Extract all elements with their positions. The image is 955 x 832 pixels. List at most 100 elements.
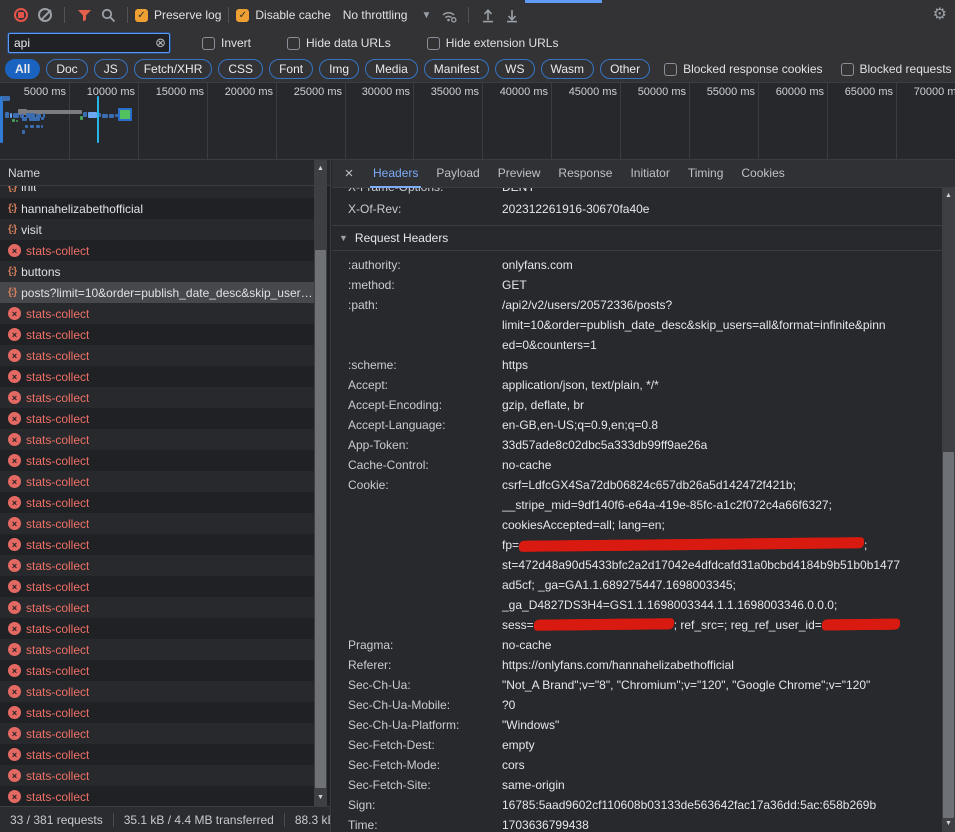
scroll-up-icon[interactable]: ▲ [942,190,955,202]
request-row[interactable]: ×stats-collect [0,618,314,639]
request-row[interactable]: ×stats-collect [0,576,314,597]
clear-button[interactable] [33,3,57,27]
request-row[interactable]: ×stats-collect [0,681,314,702]
request-row[interactable]: ×stats-collect [0,534,314,555]
request-row[interactable]: ×stats-collect [0,513,314,534]
request-row[interactable]: ×stats-collect [0,639,314,660]
request-row[interactable]: ×stats-collect [0,387,314,408]
tab-preview[interactable]: Preview [489,160,550,188]
request-row[interactable]: ×stats-collect [0,345,314,366]
request-headers-section-toggle[interactable]: ▼ Request Headers [332,226,942,251]
name-column-header[interactable]: Name [0,160,330,186]
error-icon: × [8,706,21,719]
preserve-log-checkbox[interactable]: ✓ Preserve log [135,8,221,22]
checkbox-unchecked-icon [664,63,677,76]
filter-pill-media[interactable]: Media [365,59,418,79]
header-text: csrf=LdfcGX4Sa72db06824c657db26a5d142472… [502,478,796,492]
request-name: stats-collect [26,685,89,699]
scroll-down-icon[interactable]: ▼ [942,818,955,830]
details-scrollbar[interactable]: ▲ ▼ [942,188,955,832]
header-name: Sec-Ch-Ua: [332,675,502,695]
network-conditions-button[interactable] [437,3,461,27]
request-row[interactable]: ×stats-collect [0,765,314,786]
header-row: Accept:application/json, text/plain, */* [332,375,942,395]
search-button[interactable] [96,3,120,27]
header-name: Pragma: [332,635,502,655]
request-row[interactable]: ×stats-collect [0,429,314,450]
timeline-tick-label: 50000 ms [617,86,686,99]
request-row[interactable]: ×stats-collect [0,240,314,261]
network-overview-timeline[interactable]: 5000 ms10000 ms15000 ms20000 ms25000 ms3… [0,83,955,160]
tab-cookies[interactable]: Cookies [732,160,793,188]
error-icon: × [8,349,21,362]
filter-pill-js[interactable]: JS [94,59,128,79]
tab-payload[interactable]: Payload [427,160,488,188]
import-har-button[interactable] [476,3,500,27]
request-row[interactable]: {:}visit [0,219,314,240]
filter-pill-ws[interactable]: WS [495,59,534,79]
export-har-button[interactable] [500,3,524,27]
waterfall-bar-green [16,120,18,122]
header-value: 33d57ade8c02dbc5a333db99ff9ae26a [502,435,942,455]
filter-hide-extension-urls-checkbox[interactable]: Hide extension URLs [427,36,559,50]
header-value: 16785:5aad9602cf110608b03133de563642fac1… [502,795,942,815]
request-row[interactable]: ×stats-collect [0,471,314,492]
request-row[interactable]: ×stats-collect [0,597,314,618]
tab-timing[interactable]: Timing [679,160,733,188]
request-row[interactable]: {:}buttons [0,261,314,282]
filter-input[interactable] [9,36,139,50]
request-row[interactable]: ×stats-collect [0,786,314,806]
filter-pill-wasm[interactable]: Wasm [541,59,595,79]
filter-pill-doc[interactable]: Doc [46,59,87,79]
error-icon: × [8,769,21,782]
close-details-button[interactable]: × [338,163,360,185]
tab-headers[interactable]: Headers [364,160,427,188]
scrollbar-thumb[interactable] [943,452,954,818]
request-row[interactable]: ×stats-collect [0,324,314,345]
filter-invert-checkbox[interactable]: Invert [202,36,251,50]
tab-response[interactable]: Response [549,160,621,188]
request-list: {:}init{:}hannahelizabethofficial{:}visi… [0,186,314,806]
tab-initiator[interactable]: Initiator [621,160,678,188]
request-row[interactable]: {:}init [0,186,314,198]
request-row[interactable]: ×stats-collect [0,492,314,513]
filter-pill-fetch-xhr[interactable]: Fetch/XHR [134,59,213,79]
filter-pill-manifest[interactable]: Manifest [424,59,489,79]
error-icon: × [8,580,21,593]
request-row[interactable]: ×stats-collect [0,450,314,471]
request-row[interactable]: ×stats-collect [0,723,314,744]
filter-pill-other[interactable]: Other [600,59,650,79]
filter-pill-font[interactable]: Font [269,59,313,79]
request-row[interactable]: ×stats-collect [0,366,314,387]
header-value: https://onlyfans.com/hannahelizabethoffi… [502,655,942,675]
clear-filter-icon[interactable]: ⊗ [155,36,166,49]
filter-pill-all[interactable]: All [5,59,40,79]
type-blocked-response-cookies-checkbox[interactable]: Blocked response cookies [664,62,822,76]
type-blocked-requests-checkbox[interactable]: Blocked requests [841,62,952,76]
request-row[interactable]: ×stats-collect [0,303,314,324]
requests-scrollbar[interactable]: ▲ ▼ [314,160,327,806]
request-name: stats-collect [26,643,89,657]
header-row: Accept-Language:en-GB,en-US;q=0.9,en;q=0… [332,415,942,435]
request-row[interactable]: ×stats-collect [0,702,314,723]
request-name: stats-collect [26,244,89,258]
request-row[interactable]: ×stats-collect [0,555,314,576]
request-row[interactable]: {:}posts?limit=10&order=publish_date_des… [0,282,314,303]
scroll-down-icon[interactable]: ▼ [314,792,327,804]
filter-hide-data-urls-checkbox[interactable]: Hide data URLs [287,36,391,50]
record-icon [14,8,28,22]
filter-toggle-button[interactable] [72,3,96,27]
record-button[interactable] [9,3,33,27]
filter-pill-img[interactable]: Img [319,59,359,79]
request-row[interactable]: {:}hannahelizabethofficial [0,198,314,219]
scroll-up-icon[interactable]: ▲ [314,163,327,175]
request-row[interactable]: ×stats-collect [0,660,314,681]
disable-cache-checkbox[interactable]: ✓ Disable cache [236,8,330,22]
request-row[interactable]: ×stats-collect [0,744,314,765]
filter-pill-css[interactable]: CSS [218,59,263,79]
settings-gear-button[interactable]: ⚙ [933,7,947,23]
request-row[interactable]: ×stats-collect [0,408,314,429]
scrollbar-thumb[interactable] [315,250,326,788]
throttling-select[interactable]: No throttling ▼ [343,8,432,22]
header-row: Sec-Ch-Ua-Mobile:?0 [332,695,942,715]
